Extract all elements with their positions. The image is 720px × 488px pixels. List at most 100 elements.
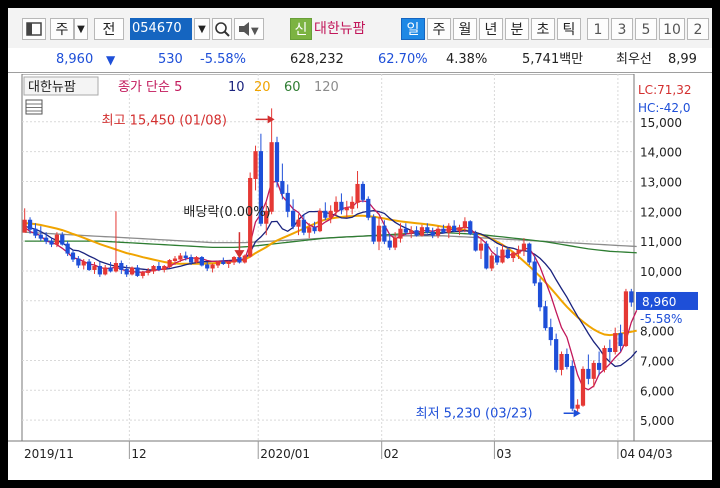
code-dropdown-arrow[interactable]: ▼ <box>194 18 210 40</box>
candle-body <box>586 368 591 379</box>
y-tick-label: 6,000 <box>640 384 674 398</box>
chart-canvas[interactable]: 최고 15,450 (01/08) 최저 5,230 (03/23) 배당락(0.0… <box>8 73 712 474</box>
candle-body <box>570 365 575 409</box>
candle-body <box>500 249 505 263</box>
chart-window: 주 ▼ 전 054670 ▼ ▼ 신 대한뉴팜 일 주 월 년 분 초 틱 1 … <box>8 8 712 480</box>
period-weekly[interactable]: 주 <box>427 18 451 40</box>
period-daily[interactable]: 일 <box>401 18 425 40</box>
candle-body <box>146 270 151 273</box>
candle-body <box>339 201 344 211</box>
period-minute[interactable]: 분 <box>505 18 529 40</box>
count-10[interactable]: 10 <box>659 18 685 40</box>
candle-body <box>124 268 129 275</box>
grid-toggle-icon[interactable] <box>25 99 43 115</box>
candle-body <box>242 255 247 263</box>
candle-body <box>350 201 355 209</box>
candle-body <box>409 230 414 233</box>
count-1[interactable]: 1 <box>587 18 609 40</box>
candle-body <box>344 207 349 211</box>
y-tick-label: 7,000 <box>640 354 674 368</box>
candle-body <box>580 368 586 406</box>
candle-body <box>366 198 371 218</box>
candle-body <box>65 243 70 254</box>
change-percent: -5.58% <box>200 52 246 67</box>
candle-body <box>452 225 457 232</box>
y-tick-label: 8,000 <box>640 325 674 339</box>
period-yearly[interactable]: 년 <box>479 18 503 40</box>
candle-body <box>618 333 623 347</box>
candle-body <box>97 265 102 275</box>
candle-body <box>215 261 221 266</box>
trade-amount: 5,741백만 <box>522 52 584 67</box>
high-annotation: 최고 15,450 (01/08) <box>102 113 227 128</box>
candle-body <box>419 227 425 236</box>
candle-body <box>414 230 419 236</box>
search-icon[interactable] <box>212 18 232 40</box>
x-tick-label: 2019/11 <box>24 447 74 461</box>
candle-body <box>559 353 564 370</box>
candle-body <box>613 333 618 353</box>
candle-body <box>392 237 398 248</box>
toolbar: 주 ▼ 전 054670 ▼ ▼ 신 대한뉴팜 일 주 월 년 분 초 틱 1 … <box>8 8 712 49</box>
ma-legend-20: 20 <box>254 80 271 95</box>
y-tick-label: 12,000 <box>640 205 682 219</box>
svg-text:▼: ▼ <box>251 26 259 37</box>
candle-body <box>473 233 478 251</box>
candle-body <box>221 261 226 265</box>
price-chart[interactable]: 최고 15,450 (01/08) 최저 5,230 (03/23) 배당락(0.0… <box>8 73 712 474</box>
new-badge: 신 <box>290 18 312 40</box>
count-5[interactable]: 5 <box>635 18 657 40</box>
candle-body <box>54 234 60 245</box>
candle-body <box>274 142 280 182</box>
market-select[interactable]: 주 <box>50 18 74 40</box>
x-tick-label: 03 <box>496 447 511 461</box>
ma-legend-10: 10 <box>228 80 245 95</box>
prev-button[interactable]: 전 <box>94 18 124 40</box>
speaker-icon[interactable]: ▼ <box>234 18 264 40</box>
candle-body <box>403 228 408 233</box>
candle-body <box>607 348 612 353</box>
candle-body <box>532 261 537 284</box>
volume-ratio: 62.70% <box>378 52 428 67</box>
stock-code-input[interactable]: 054670 <box>130 18 192 40</box>
candle-body <box>285 192 290 212</box>
candle-body <box>49 240 54 245</box>
candle-body <box>103 267 108 275</box>
candle-body <box>446 225 451 233</box>
candle-body <box>44 237 49 242</box>
down-arrow-icon: ▼ <box>106 53 116 67</box>
candle-body <box>135 267 140 276</box>
candle-body <box>521 243 527 251</box>
candle-body <box>113 263 119 272</box>
candle-body <box>489 255 494 269</box>
candle-body <box>435 228 441 236</box>
candle-body <box>205 264 210 269</box>
candle-body <box>543 306 548 329</box>
turnover-rate: 4.38% <box>446 52 488 67</box>
layout-icon[interactable] <box>22 18 46 40</box>
candle-body <box>76 258 81 266</box>
period-monthly[interactable]: 월 <box>453 18 477 40</box>
candle-body <box>296 219 301 227</box>
y-tick-label: 13,000 <box>640 175 682 189</box>
count-3[interactable]: 3 <box>611 18 633 40</box>
candle-body <box>119 263 124 270</box>
candle-body <box>183 255 188 259</box>
candle-body <box>527 243 532 263</box>
candle-body <box>494 255 500 263</box>
x-tick-label: 04/03 <box>638 447 673 461</box>
candle-body <box>629 291 634 303</box>
candle-body <box>360 183 366 200</box>
count-2[interactable]: 2 <box>687 18 709 40</box>
period-second[interactable]: 초 <box>531 18 555 40</box>
candle-body <box>81 261 86 266</box>
candle-body <box>554 339 559 370</box>
candle-body <box>328 210 333 218</box>
ma-legend-60: 60 <box>284 80 301 95</box>
period-tick[interactable]: 틱 <box>557 18 581 40</box>
candle-body <box>537 282 543 308</box>
candle-body <box>92 265 97 270</box>
market-dropdown-arrow[interactable]: ▼ <box>74 18 88 40</box>
volume: 628,232 <box>290 52 344 67</box>
candle-body <box>108 267 113 272</box>
